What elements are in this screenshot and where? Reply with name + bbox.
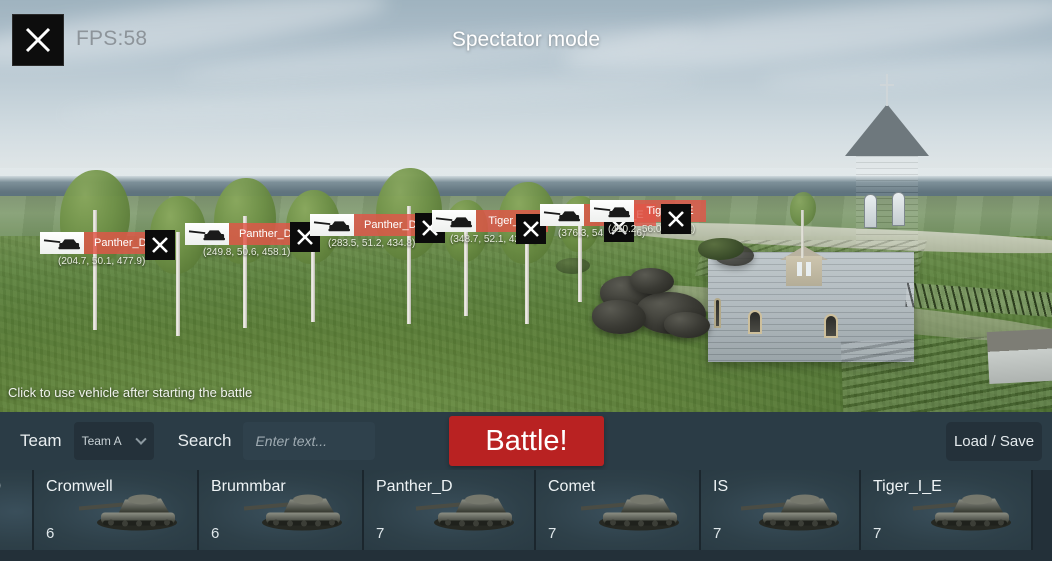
tree <box>286 190 340 322</box>
vehicle-card-count: 6 <box>211 525 220 542</box>
vehicle-card[interactable]: Brummbar 6 <box>199 470 364 550</box>
vehicle-thumbnail <box>737 483 849 538</box>
shed <box>986 327 1052 385</box>
vehicle-card-name: IS <box>713 478 729 495</box>
vehicle-card-count: 6 <box>46 525 55 542</box>
battle-button[interactable]: Battle! <box>449 416 604 466</box>
church-window <box>824 314 838 338</box>
tower-window <box>892 192 905 226</box>
vehicle-card-count: 7 <box>548 525 557 542</box>
remove-vehicle-button[interactable] <box>145 230 175 260</box>
vehicle-card[interactable]: Tiger_I_E 7 <box>861 470 1033 550</box>
tank-icon-panel <box>432 210 476 232</box>
tank-icon <box>43 239 80 250</box>
app-root: FPS:58 Spectator mode Click to use vehic… <box>0 0 1052 561</box>
tank-icon-panel <box>540 204 584 226</box>
vehicle-card[interactable]: IS 7 <box>701 470 861 550</box>
vehicle-card[interactable]: 0 <box>0 470 34 550</box>
load-save-button[interactable]: Load / Save <box>946 422 1042 461</box>
vehicle-card[interactable]: Cromwell 6 <box>34 470 199 550</box>
vehicle-thumbnail <box>909 483 1021 538</box>
search-label: Search <box>177 431 232 450</box>
tank-icon <box>543 211 580 222</box>
world-vehicle-coords: (204.7, 50.1, 477.9) <box>58 256 146 267</box>
search-input[interactable] <box>243 422 376 460</box>
rock <box>664 312 710 338</box>
game-viewport[interactable]: FPS:58 Spectator mode Click to use vehic… <box>0 0 1052 412</box>
close-x-icon <box>523 221 539 237</box>
close-x-icon <box>668 211 684 227</box>
tank-icon-panel <box>310 214 354 236</box>
tank-icon <box>593 207 630 218</box>
cross-icon <box>880 84 894 86</box>
vehicle-thumbnail <box>412 483 524 538</box>
team-label: Team <box>20 431 62 450</box>
rock <box>592 300 646 334</box>
vehicle-card[interactable]: Comet 7 <box>536 470 701 550</box>
tank-icon-panel <box>185 223 229 245</box>
rock <box>630 268 674 294</box>
spire <box>886 74 888 106</box>
close-x-icon <box>152 237 168 253</box>
tank-icon <box>313 221 350 232</box>
vehicle-thumbnail <box>240 483 352 538</box>
tree <box>790 192 816 258</box>
team-select[interactable]: Team A <box>73 422 154 460</box>
vehicle-card-name: 0 <box>0 478 1 496</box>
chevron-down-icon <box>134 433 147 445</box>
world-vehicle-tag[interactable]: Panther_D <box>185 223 302 245</box>
world-vehicle-tag[interactable]: Panther_D <box>310 214 427 236</box>
vehicle-card-count: 7 <box>873 525 882 542</box>
world-vehicle-coords: (283.5, 51.2, 434.8) <box>328 238 416 249</box>
tower-roof <box>845 104 929 156</box>
tank-icon-panel <box>40 232 84 254</box>
church-window <box>748 310 762 334</box>
spectator-mode-title: Spectator mode <box>451 28 601 51</box>
remove-vehicle-button[interactable] <box>661 204 691 234</box>
dormer <box>786 256 822 286</box>
tank-icon-panel <box>590 200 634 222</box>
vehicle-card-count: 7 <box>376 525 385 542</box>
vehicle-usage-hint: Click to use vehicle after starting the … <box>8 385 253 400</box>
team-select-value: Team A <box>81 434 122 448</box>
tower-window <box>864 194 877 228</box>
vehicle-card-count: 7 <box>713 525 722 542</box>
dormer-window <box>806 262 811 276</box>
tank-icon <box>188 230 225 241</box>
vehicle-thumbnail <box>75 483 187 538</box>
tree <box>150 196 206 336</box>
vehicle-selection-strip[interactable]: 0Cromwell6Brummbar6Panther_D7Comet7IS7Ti… <box>0 470 1052 561</box>
vehicle-card[interactable]: Panther_D 7 <box>364 470 536 550</box>
world-vehicle-coords: (249.8, 50.6, 458.1) <box>203 247 291 258</box>
tank-icon <box>435 217 472 228</box>
dormer-window <box>797 262 802 276</box>
world-vehicle-tag[interactable]: Panther_D <box>40 232 157 254</box>
vehicle-thumbnail <box>577 483 689 538</box>
church-window <box>714 298 721 328</box>
